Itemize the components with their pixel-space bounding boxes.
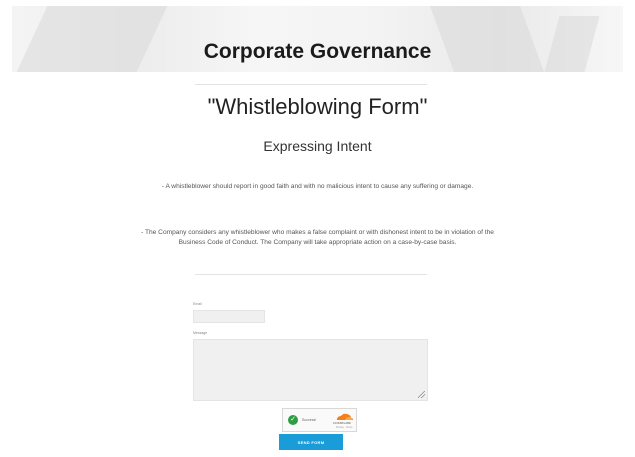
captcha-status: Success! <box>302 418 317 422</box>
cloudflare-wordmark: CLOUDFLARE <box>333 422 351 425</box>
resize-handle-icon[interactable] <box>418 391 425 398</box>
captcha-links: Privacy · Terms <box>336 426 353 429</box>
email-label: Email <box>193 302 202 306</box>
send-form-button[interactable]: SEND FORM <box>279 434 343 450</box>
header-banner: Corporate Governance <box>0 0 635 82</box>
check-icon: ✓ <box>288 415 298 425</box>
terms-link[interactable]: Terms <box>346 426 353 429</box>
intro-paragraph-2: - The Company considers any whistleblowe… <box>141 229 494 246</box>
message-field[interactable] <box>193 339 428 401</box>
form-subtitle: Expressing Intent <box>263 138 372 154</box>
privacy-link[interactable]: Privacy <box>336 426 344 429</box>
captcha-widget[interactable]: ✓ Success! CLOUDFLARE Privacy · Terms <box>282 408 357 432</box>
divider <box>195 84 427 85</box>
cloudflare-logo <box>337 413 353 420</box>
page-title: Corporate Governance <box>203 40 432 63</box>
message-label: Message <box>193 331 208 335</box>
form-title: "Whistleblowing Form" <box>207 94 428 119</box>
email-field[interactable] <box>193 310 265 323</box>
intro-paragraph-1: - A whistleblower should report in good … <box>161 183 474 190</box>
divider <box>195 274 427 275</box>
